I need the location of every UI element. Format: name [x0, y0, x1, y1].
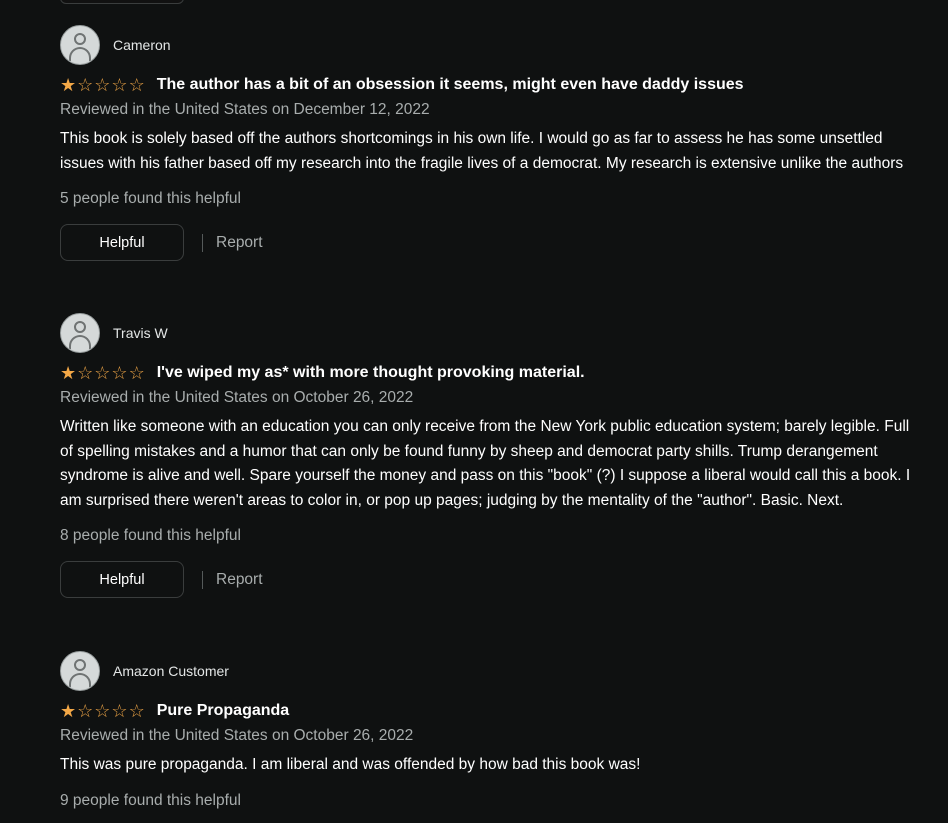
star-empty-icon: ☆ — [77, 701, 94, 721]
star-empty-icon: ☆ — [111, 701, 128, 721]
star-filled-icon: ★ — [60, 363, 77, 383]
reviewer-profile[interactable]: Cameron — [60, 24, 920, 66]
reviewer-profile[interactable]: Travis W — [60, 312, 920, 354]
review-card: Amazon Customer ★ ☆ ☆ ☆ ☆ Pure Propagand… — [60, 650, 920, 812]
star-empty-icon: ☆ — [94, 363, 111, 383]
user-avatar-icon — [60, 25, 100, 65]
helpful-button[interactable]: Helpful — [60, 561, 184, 598]
star-empty-icon: ☆ — [128, 701, 145, 721]
star-filled-icon: ★ — [60, 701, 77, 721]
star-rating[interactable]: ★ ☆ ☆ ☆ ☆ — [60, 364, 145, 382]
star-rating[interactable]: ★ ☆ ☆ ☆ ☆ — [60, 76, 145, 94]
review-title[interactable]: I've wiped my as* with more thought prov… — [157, 364, 585, 382]
reviewer-name[interactable]: Cameron — [113, 37, 171, 53]
star-empty-icon: ☆ — [111, 363, 128, 383]
reviewer-profile[interactable]: Amazon Customer — [60, 650, 920, 692]
star-empty-icon: ☆ — [77, 363, 94, 383]
review-body: Written like someone with an education y… — [60, 418, 911, 509]
helpful-button[interactable]: Helpful — [60, 224, 184, 261]
star-empty-icon: ☆ — [94, 75, 111, 95]
review-date: Reviewed in the United States on October… — [60, 389, 414, 406]
action-divider — [202, 233, 203, 252]
star-empty-icon: ☆ — [111, 75, 128, 95]
previous-helpful-button-edge[interactable] — [60, 0, 184, 4]
report-link[interactable]: Report — [216, 234, 263, 252]
review-card: Cameron ★ ☆ ☆ ☆ ☆ The author has a bit o… — [60, 24, 920, 261]
action-divider — [202, 570, 203, 589]
star-filled-icon: ★ — [60, 75, 77, 95]
user-avatar-icon — [60, 651, 100, 691]
star-rating[interactable]: ★ ☆ ☆ ☆ ☆ — [60, 702, 145, 720]
review-title[interactable]: The author has a bit of an obsession it … — [157, 76, 744, 94]
review-body: This was pure propaganda. I am liberal a… — [60, 756, 641, 773]
star-empty-icon: ☆ — [77, 75, 94, 95]
star-empty-icon: ☆ — [94, 701, 111, 721]
user-avatar-icon — [60, 313, 100, 353]
review-card: Travis W ★ ☆ ☆ ☆ ☆ I've wiped my as* wit… — [60, 312, 920, 598]
helpful-count: 9 people found this helpful — [60, 791, 241, 809]
review-date: Reviewed in the United States on Decembe… — [60, 101, 430, 118]
helpful-count: 8 people found this helpful — [60, 527, 241, 544]
report-link[interactable]: Report — [216, 571, 263, 589]
reviewer-name[interactable]: Travis W — [113, 325, 168, 341]
helpful-count: 5 people found this helpful — [60, 190, 241, 207]
star-empty-icon: ☆ — [128, 363, 145, 383]
star-empty-icon: ☆ — [128, 75, 145, 95]
review-body: This book is solely based off the author… — [60, 130, 904, 172]
reviewer-name[interactable]: Amazon Customer — [113, 663, 229, 679]
review-date: Reviewed in the United States on October… — [60, 727, 414, 744]
review-title[interactable]: Pure Propaganda — [157, 702, 289, 720]
